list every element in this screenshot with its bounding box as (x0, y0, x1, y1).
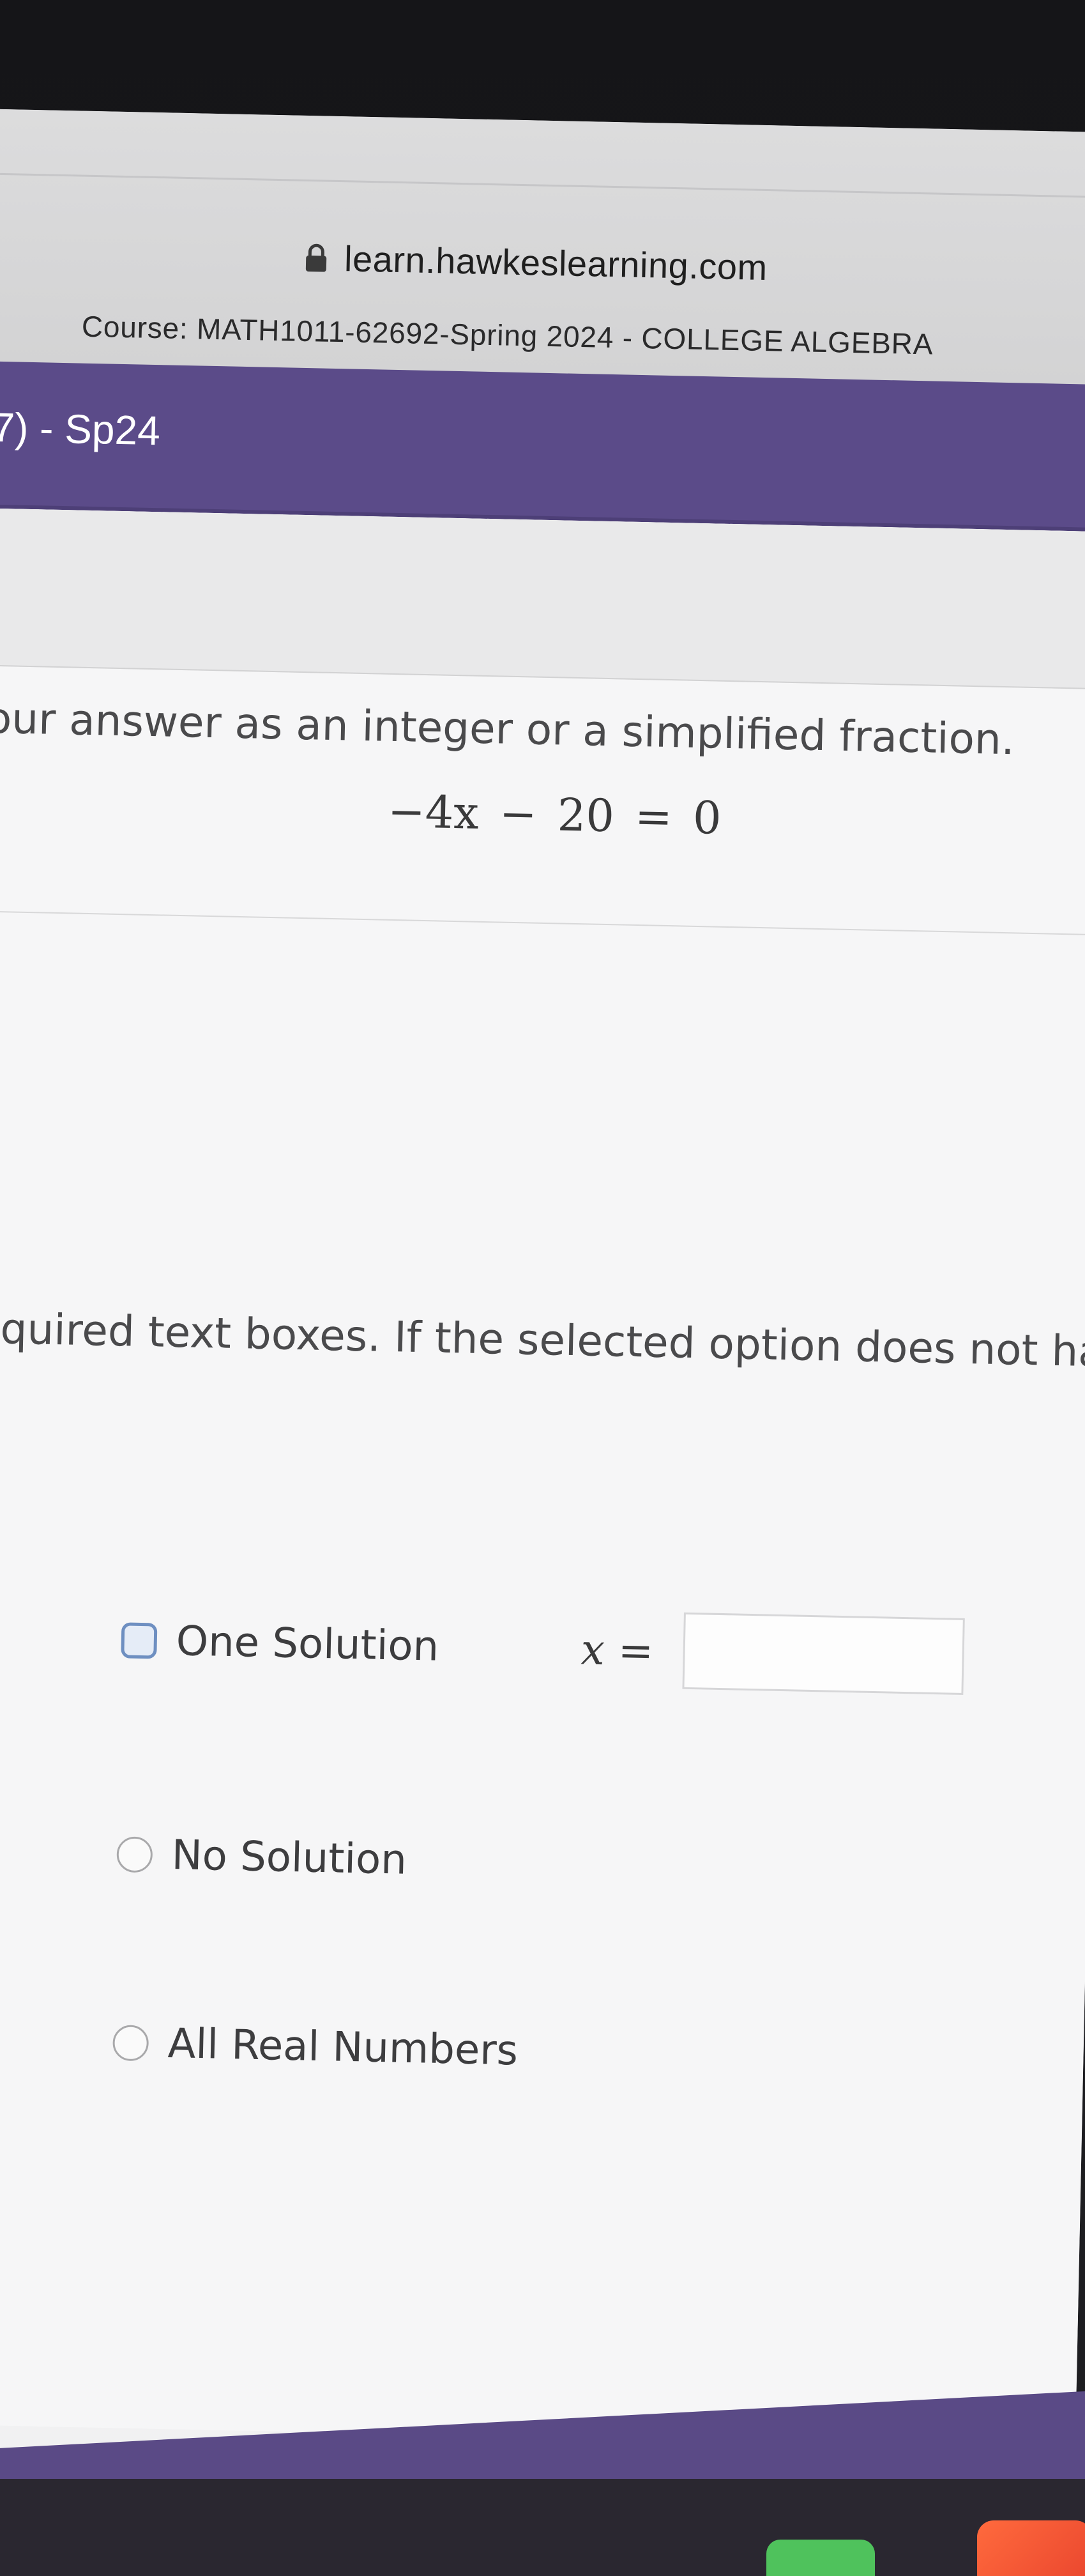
radio-no-solution[interactable] (116, 1836, 153, 1873)
answer-instruction: equired text boxes. If the selected opti… (0, 1303, 1085, 1379)
question-header-band (0, 507, 1085, 690)
url-text: learn.hawkeslearning.com (344, 238, 768, 288)
toolbar-divider (0, 172, 1085, 199)
browser-chrome: learn.hawkeslearning.com Course: MATH101… (0, 109, 1085, 387)
radio-all-real-numbers[interactable] (112, 2025, 149, 2062)
option-label-one-solution: One Solution (176, 1618, 439, 1671)
lock-icon (303, 243, 330, 273)
answer-variable-label: x = (580, 1625, 654, 1676)
dock-app-icon[interactable] (766, 2540, 875, 2576)
option-no-solution[interactable]: No Solution (116, 1830, 407, 1884)
course-label: Course: MATH1011-62692-Spring 2024 - COL… (81, 309, 934, 361)
question-instruction: our answer as an integer or a simplified… (0, 693, 1015, 765)
answer-input[interactable] (682, 1612, 965, 1695)
option-all-real-numbers[interactable]: All Real Numbers (112, 2019, 519, 2074)
assignment-title: 7) - Sp24 (0, 404, 161, 454)
question-panel: our answer as an integer or a simplified… (0, 507, 1085, 2448)
option-label-all-real-numbers: All Real Numbers (167, 2020, 519, 2075)
option-one-solution[interactable]: One Solution (121, 1616, 439, 1671)
section-divider (0, 910, 1085, 936)
dock-app-icon[interactable] (977, 2520, 1085, 2576)
address-bar[interactable]: learn.hawkeslearning.com (303, 237, 768, 288)
equation: −4x − 20 = 0 (387, 785, 722, 845)
radio-one-solution[interactable] (121, 1622, 158, 1659)
assignment-header: 7) - Sp24 (0, 360, 1085, 532)
photo-stage: learn.hawkeslearning.com Course: MATH101… (0, 0, 1085, 2576)
browser-screen: learn.hawkeslearning.com Course: MATH101… (0, 109, 1085, 2576)
monitor-bezel (0, 2479, 1085, 2576)
option-label-no-solution: No Solution (171, 1832, 407, 1884)
